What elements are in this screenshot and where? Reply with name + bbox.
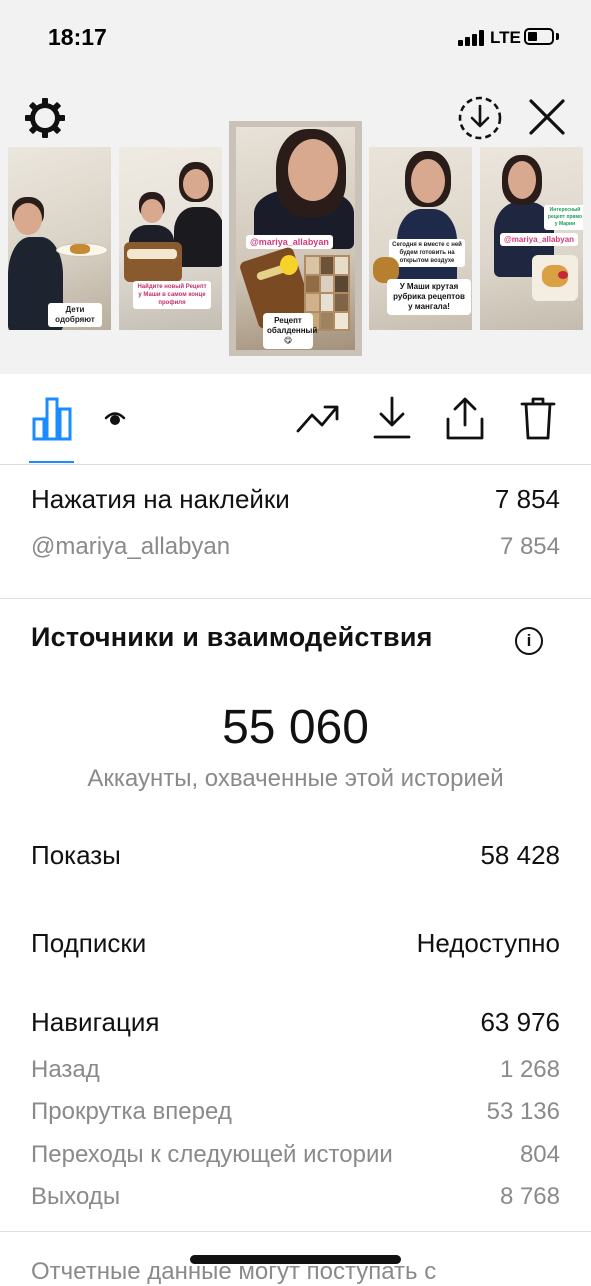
navigation-value: 63 976 [480,1007,560,1037]
navigation-item-value: 804 [519,1141,560,1168]
navigation-back-row: Назад 1 268 [31,1056,560,1084]
insights-action-bar [0,374,591,465]
story-caption: У Маши крутая рубрика рецептов у мангала… [387,279,471,315]
sticker-taps-value: 7 854 [494,484,560,514]
reach-label: Аккаунты, охваченные этой историей [87,765,504,792]
navigation-item-value: 8 768 [499,1183,560,1210]
battery-tip [556,33,559,40]
story-thumbnail[interactable]: Сегодня я вместе с ней будем готовить на… [369,147,472,330]
promote-button[interactable] [294,398,342,438]
story-thumbnail[interactable]: Дети одобряют [8,147,111,330]
battery-icon [524,28,554,45]
navigation-item-label: Прокрутка вперед [31,1098,232,1125]
story-caption: Дети одобряют [48,303,102,327]
section-title: Источники и взаимодействия [31,622,433,652]
delete-button[interactable] [516,394,560,442]
follows-value: Недоступно [416,928,560,958]
pointing-emoji [280,255,298,275]
follows-row: Подписки Недоступно [31,928,560,959]
mention-sticker: @mariya_allabyan [500,233,579,246]
eye-icon [104,412,126,425]
navigation-item-label: Переходы к следующей истории [31,1141,393,1168]
person-face [411,159,445,203]
cake-image [124,242,182,282]
section-divider [0,1231,591,1232]
navigation-row: Навигация 63 976 [31,1007,560,1038]
story-caption: Сегодня я вместе с ней будем готовить на… [389,239,465,267]
selected-story-frame: @mariya_allabyan Рецепт обалденный😋 [236,127,355,350]
navigation-item-value: 1 268 [499,1056,560,1083]
person-face [288,139,338,201]
home-indicator[interactable] [190,1255,401,1264]
story-caption: Найдите новый Рецепт у Маши в самом конц… [133,281,211,309]
navigation-item-label: Выходы [31,1183,121,1210]
section-divider [0,598,591,599]
download-circle-icon [458,96,502,140]
info-icon[interactable]: i [515,627,543,655]
selected-pointer [284,357,320,374]
cake-cream [127,249,177,259]
impressions-value: 58 428 [480,840,560,870]
reach-value: 55 060 [222,701,369,754]
sticker-taps-row: Нажатия на наклейки 7 854 [31,484,560,515]
navigation-exits-row: Выходы 8 768 [31,1183,560,1211]
story-viewer-header: 18:17 LTE Дети одобряют Найдите новый Ре… [0,0,591,374]
sticker-mention-row[interactable]: @mariya_allabyan 7 854 [31,533,560,561]
navigation-item-value: 53 136 [486,1098,560,1125]
sticker-taps-label: Нажатия на наклейки [31,484,290,514]
signal-icon [458,30,486,46]
download-icon [373,396,411,439]
tab-insights[interactable] [29,393,75,443]
navigation-next-story-row: Переходы к следующей истории 804 [31,1141,560,1169]
selected-story-thumbnail[interactable]: @mariya_allabyan Рецепт обалденный😋 [229,121,362,356]
navigation-item-label: Назад [31,1056,100,1083]
story-caption: Интересный рецепт прямо у Марии [544,205,583,230]
tab-viewers[interactable] [102,408,128,428]
status-bar: 18:17 LTE [0,0,591,75]
food-image [70,244,90,254]
share-icon [446,397,484,440]
impressions-label: Показы [31,840,121,870]
active-tab-indicator [29,461,74,463]
trending-up-icon [296,405,339,433]
person-face [183,169,209,199]
person-face [14,203,42,235]
person-face [508,161,536,199]
bar-chart-icon [32,397,72,441]
close-icon [529,99,565,135]
navigation-forward-row: Прокрутка вперед 53 136 [31,1098,560,1126]
navigation-label: Навигация [31,1007,160,1037]
story-thumbnail[interactable]: Найдите новый Рецепт у Маши в самом конц… [119,147,222,330]
sticker-mention-label: @mariya_allabyan [31,533,231,560]
status-time: 18:17 [48,24,107,50]
sticker-mention-value: 7 854 [499,533,560,560]
story-caption: Рецепт обалденный😋 [263,313,317,349]
follows-label: Подписки [31,928,147,958]
download-story-button[interactable] [456,94,504,142]
save-button[interactable] [370,394,414,442]
trash-icon [520,397,556,440]
network-type: LTE [490,28,521,47]
close-button[interactable] [524,94,570,140]
child-face [141,199,163,223]
berry-image [558,271,568,279]
impressions-row: Показы 58 428 [31,840,560,871]
settings-button[interactable] [22,95,68,141]
share-button[interactable] [442,394,488,442]
story-thumbnail[interactable]: Интересный рецепт прямо у Марии @mariya_… [480,147,583,330]
gear-icon [25,98,65,138]
